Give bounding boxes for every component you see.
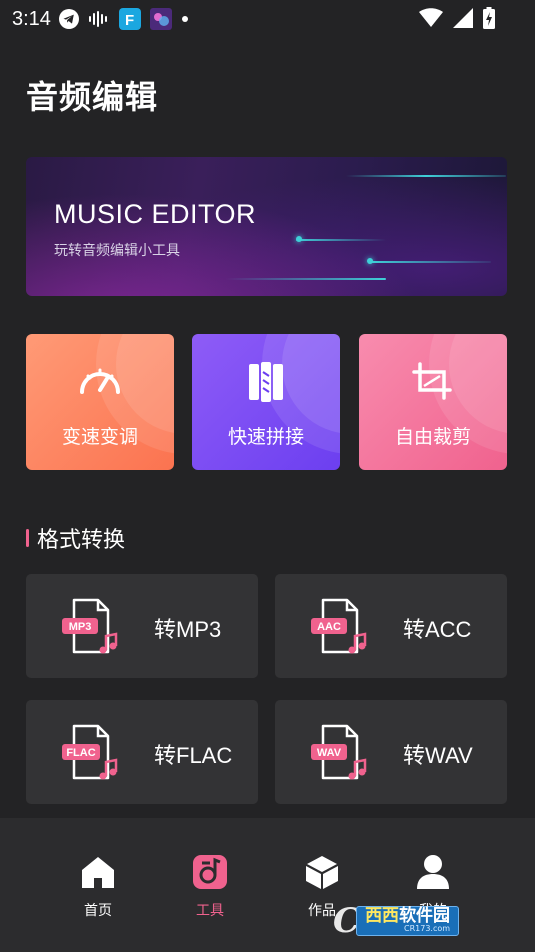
- nav-label: 工具: [196, 903, 224, 919]
- speedometer-icon: [78, 362, 122, 402]
- convert-label: 转MP3: [154, 617, 222, 642]
- speed-pitch-card[interactable]: 变速变调: [26, 334, 174, 470]
- tools-icon: [170, 854, 250, 890]
- format-convert-section-title: 格式转换: [26, 522, 125, 554]
- splice-icon: [248, 362, 284, 406]
- status-bar: 3:14 F: [0, 0, 535, 38]
- flac-file-icon: FLAC: [62, 724, 122, 786]
- banner-light-dot: [296, 236, 302, 242]
- free-crop-card[interactable]: 自由裁剪: [359, 334, 507, 470]
- watermark-logo: C 西西软件园 CR173.com: [333, 900, 517, 942]
- watermark-box: 西西软件园 CR173.com: [356, 906, 460, 936]
- page-title: 音频编辑: [26, 78, 159, 116]
- section-accent-bar: [26, 529, 29, 547]
- notification-dot-icon: [181, 15, 189, 23]
- status-time: 3:14: [12, 7, 51, 30]
- convert-label: 转WAV: [403, 743, 473, 768]
- convert-wav-card[interactable]: WAV 转WAV: [275, 700, 507, 804]
- nav-label: 首页: [84, 903, 112, 919]
- mp3-file-icon: MP3: [62, 598, 122, 660]
- cube-icon: [282, 854, 362, 890]
- game-app-icon: [149, 8, 172, 30]
- watermark-sub: CR173.com: [404, 924, 451, 934]
- banner-light-streak: [226, 278, 386, 280]
- banner-light-dot: [367, 258, 373, 264]
- watermark-main-a: 西西: [365, 906, 400, 927]
- tool-label: 自由裁剪: [394, 426, 471, 448]
- convert-flac-card[interactable]: FLAC 转FLAC: [26, 700, 258, 804]
- file-badge-text: FLAC: [66, 747, 95, 759]
- banner-light-streak: [346, 175, 506, 177]
- banner-light-streak: [296, 239, 386, 241]
- file-badge-text: AAC: [317, 621, 341, 633]
- user-icon: [393, 854, 473, 890]
- section-title-text: 格式转换: [37, 528, 126, 553]
- wav-file-icon: WAV: [311, 724, 371, 786]
- crop-icon: [412, 362, 454, 404]
- banner-title: MUSIC EDITOR: [54, 199, 257, 229]
- watermark-main: 西西软件园: [365, 908, 450, 925]
- watermark-main-b: 软件园: [399, 906, 451, 927]
- banner-light-streak: [371, 261, 491, 263]
- tool-label: 变速变调: [61, 426, 138, 448]
- banner-subtitle: 玩转音频编辑小工具: [54, 243, 180, 259]
- nav-item-tools[interactable]: 工具: [170, 854, 250, 920]
- file-badge-text: WAV: [317, 747, 342, 759]
- convert-acc-card[interactable]: AAC 转ACC: [275, 574, 507, 678]
- file-badge-text: MP3: [69, 621, 92, 633]
- quick-splice-card[interactable]: 快速拼接: [192, 334, 340, 470]
- convert-label: 转FLAC: [154, 743, 233, 768]
- battery-charging-icon: [483, 7, 495, 34]
- wifi-icon: [419, 8, 443, 33]
- signal-icon: [453, 8, 473, 33]
- convert-label: 转ACC: [403, 617, 472, 642]
- nav-item-home[interactable]: 首页: [58, 854, 138, 920]
- audio-wave-icon: [88, 11, 110, 27]
- tool-label: 快速拼接: [227, 426, 304, 448]
- telegram-icon: [58, 9, 79, 29]
- aac-file-icon: AAC: [311, 598, 371, 660]
- home-icon: [58, 854, 138, 890]
- music-editor-banner[interactable]: MUSIC EDITOR 玩转音频编辑小工具: [26, 157, 507, 296]
- svg-text:F: F: [125, 12, 134, 29]
- convert-mp3-card[interactable]: MP3 转MP3: [26, 574, 258, 678]
- app-f-icon: F: [118, 8, 141, 30]
